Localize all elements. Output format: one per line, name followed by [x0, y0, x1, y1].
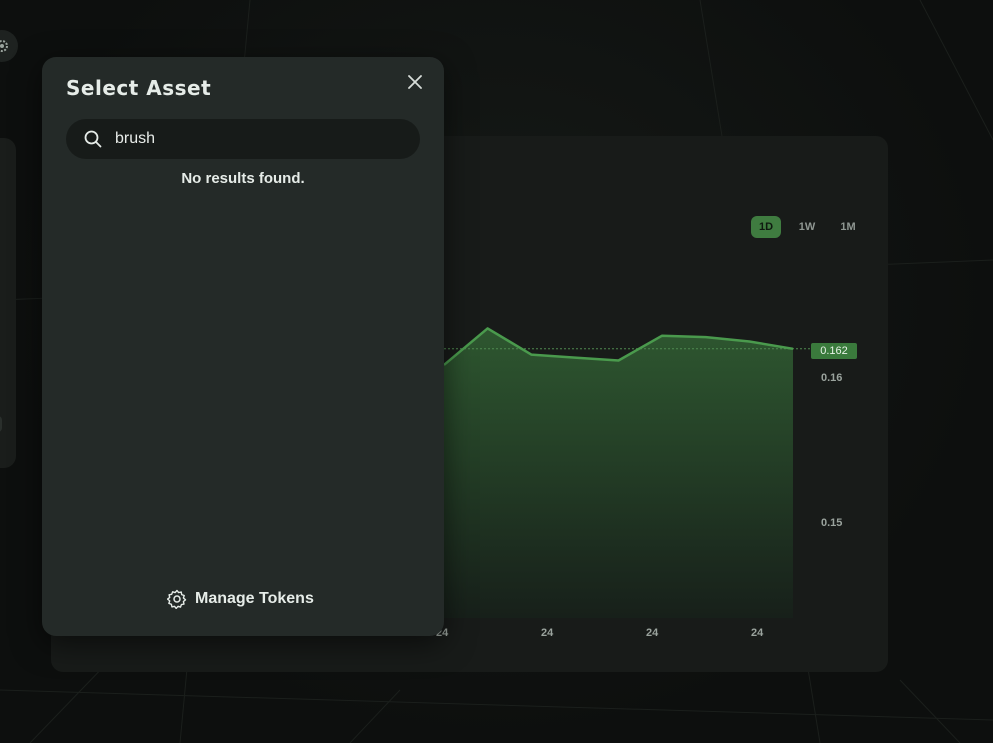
- modal-title: Select Asset: [66, 76, 212, 100]
- search-input[interactable]: [113, 129, 417, 149]
- y-axis-tick-label: 0.16: [821, 372, 843, 384]
- x-axis-tick-label: 24: [751, 627, 764, 639]
- manage-tokens-button[interactable]: Manage Tokens: [167, 589, 314, 609]
- price-area-fill: [444, 328, 793, 618]
- empty-results-message: No results found.: [181, 170, 305, 187]
- close-icon: [408, 75, 422, 89]
- y-axis-tick-label: 0.15: [821, 517, 843, 529]
- manage-tokens-label: Manage Tokens: [195, 590, 314, 607]
- search-icon: [83, 129, 103, 149]
- gear-icon: [167, 589, 187, 609]
- search-field[interactable]: [66, 119, 420, 159]
- select-asset-modal: Select Asset No results found. Manage: [42, 57, 444, 636]
- x-axis-tick-label: 24: [541, 627, 554, 639]
- app-background: 1D 1W 1M 0.162 0.16 0.15 23 23 24 24 24 …: [0, 0, 993, 743]
- x-axis-tick-label: 24: [646, 627, 659, 639]
- current-price-tag: 0.162: [811, 343, 857, 359]
- close-button[interactable]: [404, 71, 426, 93]
